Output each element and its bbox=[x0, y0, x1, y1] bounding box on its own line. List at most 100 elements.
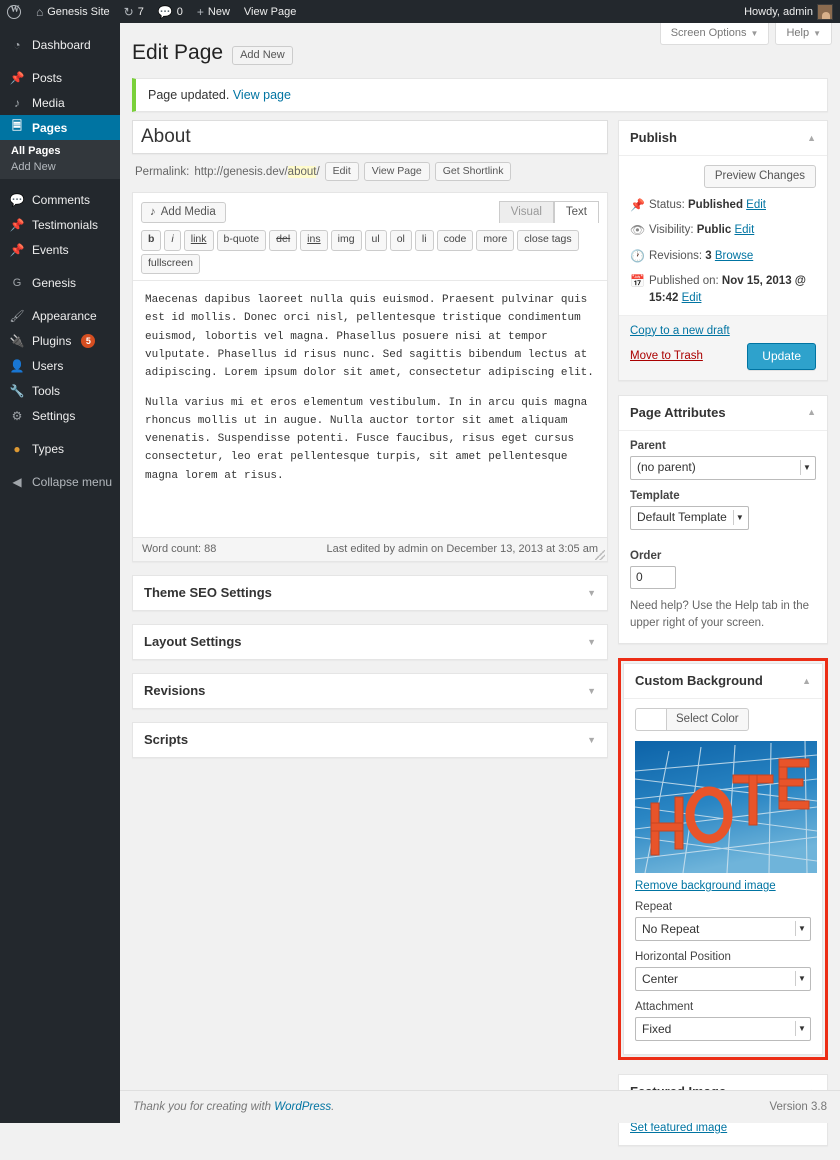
preview-changes-button[interactable]: Preview Changes bbox=[704, 165, 816, 188]
quicktag-close-tags-button[interactable]: close tags bbox=[517, 230, 578, 251]
chevron-down-icon[interactable]: ▼ bbox=[587, 588, 596, 598]
editor-media-row: ♪ Add Media Visual Text bbox=[133, 193, 607, 223]
custom-background-header[interactable]: Custom Background ▲ bbox=[624, 664, 822, 699]
sidebar-item-genesis[interactable]: G Genesis bbox=[0, 270, 120, 295]
parent-select[interactable]: (no parent) ▼ bbox=[630, 456, 816, 480]
sidebar-item-tools[interactable]: 🔧 Tools bbox=[0, 378, 120, 403]
chevron-down-icon[interactable]: ▼ bbox=[587, 637, 596, 647]
quicktag-code-button[interactable]: code bbox=[437, 230, 474, 251]
add-media-label: Add Media bbox=[161, 206, 216, 218]
add-new-button[interactable]: Add New bbox=[232, 46, 293, 65]
editor-resize-handle[interactable] bbox=[595, 550, 605, 560]
view-page-button[interactable]: View Page bbox=[364, 162, 430, 181]
chevron-down-icon: ▼ bbox=[795, 971, 808, 986]
comments-button[interactable]: 💬 0 bbox=[151, 0, 190, 23]
sidebar-item-dashboard[interactable]: ◔ Dashboard bbox=[0, 32, 120, 57]
wp-logo-button[interactable] bbox=[0, 0, 29, 23]
updates-button[interactable]: ↻ 7 bbox=[117, 0, 151, 23]
menu-separator bbox=[0, 179, 120, 187]
quicktag-ins-button[interactable]: ins bbox=[300, 230, 327, 251]
chevron-down-icon[interactable]: ▼ bbox=[587, 735, 596, 745]
sidebar-item-pages[interactable]: 🗏 Pages bbox=[0, 115, 120, 140]
quicktag-italic-button[interactable]: i bbox=[164, 230, 180, 251]
quicktag-ul-button[interactable]: ul bbox=[365, 230, 387, 251]
metabox-header[interactable]: Layout Settings ▼ bbox=[133, 625, 607, 659]
quicktag-img-button[interactable]: img bbox=[331, 230, 362, 251]
copy-to-new-draft-link[interactable]: Copy to a new draft bbox=[630, 325, 816, 337]
sidebar-item-settings[interactable]: ⚙ Settings bbox=[0, 403, 120, 428]
template-select[interactable]: Default Template ▼ bbox=[630, 506, 749, 530]
sidebar-item-users[interactable]: 👤 Users bbox=[0, 353, 120, 378]
tab-visual[interactable]: Visual bbox=[499, 201, 554, 223]
my-account-menu[interactable]: Howdy, admin bbox=[737, 0, 840, 23]
sidebar-item-appearance[interactable]: 🖌 Appearance bbox=[0, 303, 120, 328]
chevron-down-icon[interactable]: ▼ bbox=[587, 686, 596, 696]
screen-options-button[interactable]: Screen Options▼ bbox=[660, 23, 770, 45]
publish-header[interactable]: Publish ▲ bbox=[619, 121, 827, 156]
chevron-up-icon[interactable]: ▲ bbox=[807, 133, 816, 143]
pages-icon: 🗏 bbox=[9, 117, 25, 138]
published-edit-link[interactable]: Edit bbox=[682, 292, 702, 304]
tab-text[interactable]: Text bbox=[554, 201, 599, 223]
sidebar-item-types[interactable]: ● Types bbox=[0, 436, 120, 461]
sidebar-subitem-add-new[interactable]: Add New bbox=[0, 159, 120, 175]
sidebar-item-media[interactable]: ♪ Media bbox=[0, 90, 120, 115]
remove-background-image-link[interactable]: Remove background image bbox=[635, 880, 776, 892]
update-button[interactable]: Update bbox=[747, 343, 816, 370]
sidebar-item-label: Events bbox=[32, 243, 69, 257]
site-name-menu[interactable]: ⌂ Genesis Site bbox=[29, 0, 117, 23]
metabox-header[interactable]: Revisions ▼ bbox=[133, 674, 607, 708]
new-content-button[interactable]: + New bbox=[190, 0, 237, 23]
sidebar-item-comments[interactable]: 💬 Comments bbox=[0, 187, 120, 212]
sidebar-item-label: Dashboard bbox=[32, 38, 91, 52]
sidebar-item-plugins[interactable]: 🔌 Plugins 5 bbox=[0, 328, 120, 353]
post-body-content: About Permalink: http://genesis.dev/abou… bbox=[132, 120, 608, 758]
quicktag-bold-button[interactable]: b bbox=[141, 230, 161, 251]
quicktag-bquote-button[interactable]: b-quote bbox=[217, 230, 267, 251]
status-edit-link[interactable]: Edit bbox=[746, 199, 766, 211]
wordpress-link[interactable]: WordPress bbox=[274, 1101, 331, 1113]
sidebar-item-collapse-menu[interactable]: ◀ Collapse menu bbox=[0, 469, 120, 494]
metabox-title: Scripts bbox=[144, 732, 188, 747]
metabox-header[interactable]: Theme SEO Settings ▼ bbox=[133, 576, 607, 610]
revisions-browse-link[interactable]: Browse bbox=[715, 250, 753, 262]
quicktag-link-button[interactable]: link bbox=[184, 230, 214, 251]
metabox-custom-background: Custom Background ▲ Select Color bbox=[623, 663, 823, 1055]
view-page-button[interactable]: View Page bbox=[237, 0, 303, 23]
sidebar-item-label: Plugins bbox=[32, 334, 71, 348]
parent-label: Parent bbox=[630, 440, 816, 452]
post-content-textarea[interactable]: Maecenas dapibus laoreet nulla quis euis… bbox=[133, 280, 607, 537]
add-media-button[interactable]: ♪ Add Media bbox=[141, 202, 226, 223]
visibility-label: Visibility: bbox=[649, 224, 694, 236]
chevron-up-icon[interactable]: ▲ bbox=[807, 407, 816, 417]
help-button[interactable]: Help▼ bbox=[775, 23, 832, 45]
post-title-input[interactable]: About bbox=[132, 120, 608, 154]
quicktag-ol-button[interactable]: ol bbox=[390, 230, 412, 251]
edit-permalink-button[interactable]: Edit bbox=[325, 162, 359, 181]
metabox-header[interactable]: Scripts ▼ bbox=[133, 723, 607, 757]
get-shortlink-button[interactable]: Get Shortlink bbox=[435, 162, 512, 181]
sidebar-item-events[interactable]: 📌 Events bbox=[0, 237, 120, 262]
attachment-select[interactable]: Fixed ▼ bbox=[635, 1017, 811, 1041]
sidebar-subitem-all-pages[interactable]: All Pages bbox=[0, 143, 120, 159]
quicktag-fullscreen-button[interactable]: fullscreen bbox=[141, 254, 200, 275]
chevron-up-icon[interactable]: ▲ bbox=[802, 676, 811, 686]
order-input[interactable]: 0 bbox=[630, 566, 676, 589]
repeat-select[interactable]: No Repeat ▼ bbox=[635, 917, 811, 941]
color-swatch[interactable] bbox=[635, 708, 666, 731]
visibility-edit-link[interactable]: Edit bbox=[734, 224, 754, 236]
page-attributes-header[interactable]: Page Attributes ▲ bbox=[619, 396, 827, 431]
horizontal-position-select[interactable]: Center ▼ bbox=[635, 967, 811, 991]
move-to-trash-link[interactable]: Move to Trash bbox=[630, 350, 703, 362]
set-featured-image-link[interactable]: Set featured image bbox=[630, 1122, 727, 1134]
sidebar-item-posts[interactable]: 📌 Posts bbox=[0, 65, 120, 90]
metabox-theme-seo-settings: Theme SEO Settings ▼ bbox=[132, 575, 608, 611]
sidebar-item-label: Testimonials bbox=[32, 218, 98, 232]
sidebar-item-testimonials[interactable]: 📌 Testimonials bbox=[0, 212, 120, 237]
view-page-link[interactable]: View page bbox=[233, 88, 291, 102]
avatar bbox=[817, 4, 833, 20]
quicktag-li-button[interactable]: li bbox=[415, 230, 434, 251]
select-color-button[interactable]: Select Color bbox=[666, 708, 749, 731]
quicktag-more-button[interactable]: more bbox=[476, 230, 514, 251]
quicktag-del-button[interactable]: del bbox=[269, 230, 297, 251]
